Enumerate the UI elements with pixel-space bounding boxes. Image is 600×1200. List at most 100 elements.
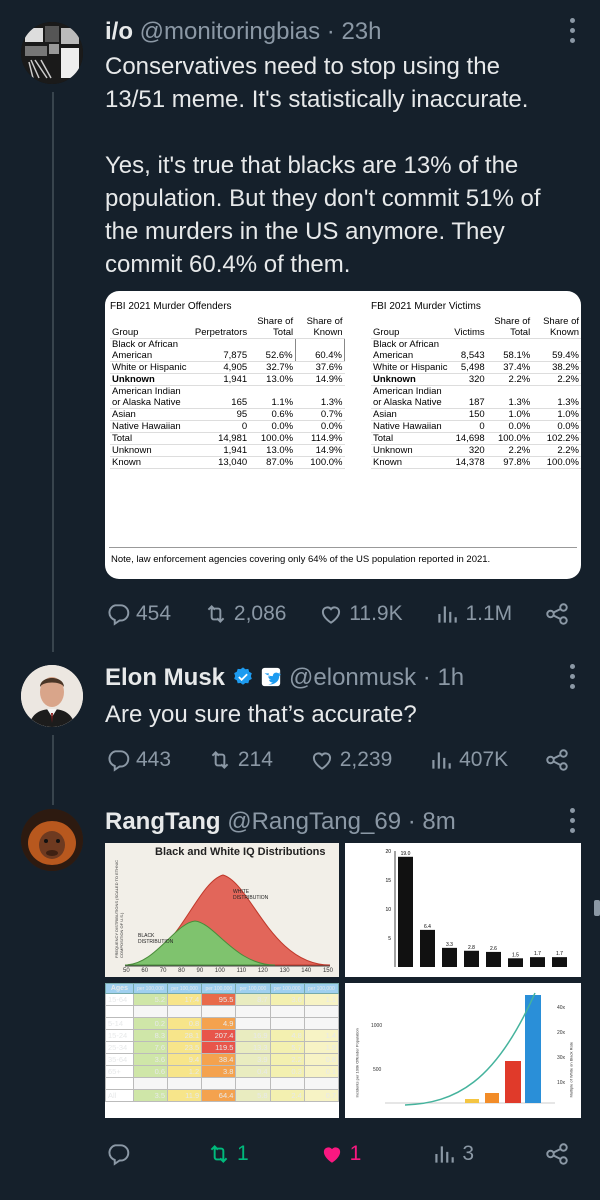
black-distribution-label: BLACK DISTRIBUTION [138, 933, 174, 945]
timestamp[interactable]: · 8m [408, 808, 456, 835]
retweet-button[interactable]: 2,086 [203, 601, 286, 627]
more-options-icon[interactable] [570, 664, 576, 694]
user-handle[interactable]: @elonmusk [289, 664, 416, 691]
table-cell: 13.0% [249, 444, 296, 457]
table-cell: 0.0% [295, 420, 345, 433]
retweet-count: 214 [237, 748, 273, 771]
table-cell: 4.9 [201, 1017, 237, 1030]
table-cell: 2.2% [532, 373, 581, 386]
table-cell: Total [110, 432, 193, 445]
table-header: per 100,000 [269, 983, 305, 994]
timestamp[interactable]: · 23h [327, 18, 382, 45]
rate-chart-ylabel-left: Incidents per 100k Offender Population [354, 1028, 360, 1098]
tweet-actions: 454 2,086 11.9K 1.1M [105, 596, 570, 632]
media-tile-bar-chart[interactable]: 20 15 10 5 19.0 6.4 3.3 2.8 2.6 1.5 1.7 1.7 [345, 843, 581, 977]
bar [508, 958, 523, 967]
table-cell: 38.2% [532, 361, 581, 374]
retweet-button[interactable]: 214 [207, 747, 273, 773]
scrollbar-thumb[interactable] [594, 900, 600, 916]
share-button[interactable] [544, 747, 570, 773]
table-cell: 25-34 [105, 1041, 134, 1054]
offenders-title: FBI 2021 Murder Offenders [110, 301, 232, 312]
tweet-text: Are you sure that’s accurate? [105, 701, 417, 728]
display-name[interactable]: RangTang [105, 808, 221, 835]
table-cell: 11.9 [167, 1089, 203, 1102]
tweet-text-line: the murders in the US anymore. They [105, 218, 505, 245]
like-button[interactable]: 11.9K [318, 601, 403, 627]
table-row: White or Hispanic 4,905 32.7% 37.6% [110, 361, 345, 374]
table-cell [303, 1017, 339, 1030]
table-cell: 0.0% [532, 420, 581, 433]
avatar[interactable] [21, 22, 83, 84]
table-cell: 35-64 [105, 1053, 134, 1066]
table-cell: 28.1 [167, 1029, 203, 1042]
retweet-count: 1 [236, 1142, 249, 1165]
avatar[interactable] [21, 665, 83, 727]
avatar[interactable] [21, 809, 83, 871]
table-cell [235, 1017, 271, 1030]
table-cell: 1.4 [303, 1029, 339, 1042]
views-button[interactable]: 1.1M [434, 601, 512, 627]
bar-y-tick: 10 [385, 907, 391, 913]
reply-button[interactable] [105, 1141, 136, 1167]
table-header: Share of Known [532, 316, 581, 339]
table-cell: 100.0% [486, 432, 533, 445]
views-button[interactable]: 3 [431, 1141, 474, 1167]
views-icon [432, 752, 451, 769]
table-cell: 0.2 [132, 1017, 169, 1030]
rate-chart-ylabel-right: Multiple of White on Black Rate [568, 1041, 574, 1098]
table-cell: 165 [192, 385, 250, 409]
table-header: per 100,000 [201, 983, 237, 994]
white-distribution-label: WHITE DISTRIBUTION [233, 889, 269, 901]
table-cell: 0.8 [167, 1017, 203, 1030]
table-cell: 59.4% [532, 338, 581, 362]
table-cell: Black or African American [371, 338, 453, 362]
table-cell: 60.4% [294, 338, 346, 362]
table-cell: 1.9 [303, 1041, 339, 1054]
user-handle[interactable]: @monitoringbias [140, 18, 320, 45]
like-button[interactable]: 1 [319, 1141, 361, 1167]
display-name[interactable]: Elon Musk [105, 664, 225, 691]
table-cell: 4,905 [192, 361, 250, 374]
table-row: Total 14,981 100.0% 114.9% [110, 432, 345, 445]
more-options-icon[interactable] [570, 808, 576, 838]
reply-button[interactable]: 454 [105, 601, 171, 627]
retweet-button[interactable]: 1 [206, 1141, 249, 1167]
user-handle[interactable]: @RangTang_69 [227, 808, 401, 835]
table-cell: 0.1 [303, 1065, 339, 1078]
table-cell [235, 1005, 271, 1018]
bar [420, 929, 435, 967]
table-row: 15-64 5.2 17.4 95.5 8.7 3.6 1.1 [105, 993, 339, 1006]
tweet-actions: 1 1 3 [105, 1136, 570, 1172]
timestamp[interactable]: · 1h [423, 664, 464, 691]
views-button[interactable]: 407K [428, 747, 508, 773]
table-cell: 5.8 [235, 1089, 271, 1102]
table-cell: 16.9 [235, 1029, 271, 1042]
tweet-image[interactable]: FBI 2021 Murder Offenders Group Perpetrat… [105, 291, 581, 579]
share-button[interactable] [544, 1141, 570, 1167]
table-row: 25-34 7.6 23.5 119.5 13.3 5.7 1.9 [105, 1041, 339, 1054]
media-tile-iq-distribution[interactable]: Black and White IQ Distributions WHITE D… [105, 843, 339, 977]
display-name[interactable]: i/o [105, 18, 133, 45]
table-row: American Indian or Alaska Native 187 1.3% 1… [371, 385, 581, 409]
table-cell: 2.2% [486, 444, 533, 457]
share-button[interactable] [544, 601, 570, 627]
share-icon [546, 749, 568, 771]
table-cell: 37.4% [486, 361, 533, 374]
media-tile-rate-chart[interactable]: Incidents per 100k Offender Population M… [345, 983, 581, 1118]
bar-value-label: 2.6 [490, 946, 497, 952]
reply-button[interactable]: 443 [105, 747, 171, 773]
more-options-icon[interactable] [570, 18, 576, 48]
bar-y-tick: 15 [385, 878, 391, 884]
table-cell: 320 [452, 373, 487, 386]
table-cell [303, 1005, 339, 1018]
rate-tick-30x: 30x [557, 1055, 566, 1061]
table-cell: 64.4 [201, 1089, 237, 1102]
table-cell: 0.7 [303, 1089, 339, 1102]
rate-bar [505, 1061, 521, 1103]
bar [552, 957, 567, 967]
media-tile-rate-table[interactable]: Ages per 100,000 per 100,000 per 100,000 per… [105, 983, 339, 1118]
table-cell: 13,040 [192, 456, 250, 469]
like-button[interactable]: 2,239 [309, 747, 392, 773]
reply-count: 454 [136, 602, 172, 625]
